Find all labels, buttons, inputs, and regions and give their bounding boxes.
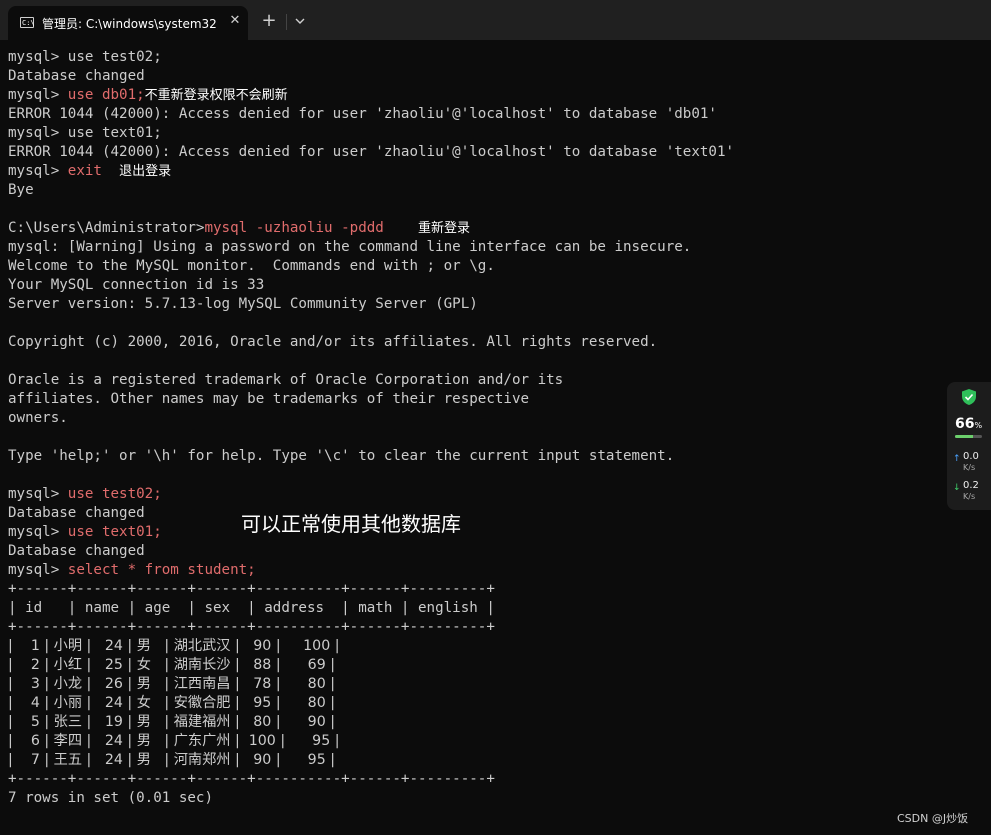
error-line: ERROR 1044 (42000): Access denied for us…: [8, 144, 735, 160]
table-border: +------+------+------+------+----------+…: [8, 619, 495, 635]
table-row: | 2 | 小红 | 25 | 女 | 湖南长沙 | 88 | 69 |: [8, 657, 336, 673]
watermark: CSDN @J炒饭: [897, 812, 969, 825]
chevron-down-icon[interactable]: [291, 11, 309, 31]
terminal-line: Database changed: [8, 68, 145, 84]
arrow-down-icon: ↓: [953, 483, 961, 493]
terminal-line: Database changed: [8, 543, 145, 559]
close-tab-icon[interactable]: ✕: [226, 12, 244, 30]
command-text: exit: [67, 163, 102, 179]
new-tab-button[interactable]: +: [259, 11, 279, 31]
prompt: mysql>: [8, 486, 68, 502]
memory-bar-fill: [955, 435, 973, 438]
terminal-line: Server version: 5.7.13-log MySQL Communi…: [8, 296, 478, 312]
terminal-line: mysql> use db01;不重新登录权限不会刷新: [8, 86, 983, 105]
terminal-line: Copyright (c) 2000, 2016, Oracle and/or …: [8, 334, 658, 350]
prompt: mysql>: [8, 87, 68, 103]
note-text: 重新登录: [418, 221, 471, 236]
table-row: | 1 | 小明 | 24 | 男 | 湖北武汉 | 90 | 100 |: [8, 638, 340, 654]
table-row: | 7 | 王五 | 24 | 男 | 河南郑州 | 90 | 95 |: [8, 752, 336, 768]
terminal-tab[interactable]: C:\ 管理员: C:\windows\system32 ✕: [8, 6, 248, 40]
command-text: use text01;: [67, 524, 162, 540]
memory-percent: 66%: [955, 416, 983, 432]
arrow-up-icon: ↑: [953, 454, 961, 464]
command-text: use db01;: [67, 87, 145, 103]
terminal-line: mysql> use text01;: [8, 523, 983, 542]
prompt: mysql>: [8, 524, 68, 540]
prompt: mysql>: [8, 163, 68, 179]
security-widget[interactable]: 66% ↑ 0.0 K/s ↓ 0.2 K/s: [947, 382, 991, 510]
table-row: | 4 | 小丽 | 24 | 女 | 安徽合肥 | 95 | 80 |: [8, 695, 336, 711]
note-text: 不重新登录权限不会刷新: [144, 88, 288, 103]
terminal-line: mysql> use text01;: [8, 125, 162, 141]
terminal-line: C:\Users\Administrator>mysql -uzhaoliu -…: [8, 219, 983, 238]
command-text: use test02;: [67, 486, 162, 502]
result-summary: 7 rows in set (0.01 sec): [8, 790, 213, 806]
memory-bar: [955, 435, 982, 438]
title-bar: C:\ 管理员: C:\windows\system32 ✕ +: [0, 0, 991, 40]
terminal-line: mysql> exit 退出登录: [8, 162, 983, 181]
terminal-line: mysql> use test02;: [8, 49, 162, 65]
terminal-line: Your MySQL connection id is 33: [8, 277, 265, 293]
terminal-line: mysql: [Warning] Using a password on the…: [8, 239, 692, 255]
terminal-output[interactable]: mysql> use test02; Database changed mysq…: [8, 48, 983, 808]
error-line: ERROR 1044 (42000): Access denied for us…: [8, 106, 717, 122]
tab-title: 管理员: C:\windows\system32: [42, 17, 217, 31]
command-text: mysql -uzhaoliu -pddd: [204, 220, 384, 236]
command-text: select * from student;: [67, 562, 256, 578]
terminal-line: Database changed: [8, 505, 145, 521]
table-row: | 5 | 张三 | 19 | 男 | 福建福州 | 80 | 90 |: [8, 714, 336, 730]
table-border: +------+------+------+------+----------+…: [8, 771, 495, 787]
prompt: C:\Users\Administrator>: [8, 220, 205, 236]
table-row: | 3 | 小龙 | 26 | 男 | 江西南昌 | 78 | 80 |: [8, 676, 336, 692]
terminal-icon: C:\: [20, 17, 35, 28]
note-text: 退出登录: [119, 164, 172, 179]
tab-divider: [286, 14, 287, 30]
terminal-line: Welcome to the MySQL monitor. Commands e…: [8, 258, 495, 274]
terminal-line: mysql> use test02;: [8, 485, 983, 504]
terminal-line: affiliates. Other names may be trademark…: [8, 391, 530, 407]
terminal-line: Type 'help;' or '\h' for help. Type '\c'…: [8, 448, 675, 464]
table-header: | id | name | age | sex | address | math…: [8, 600, 495, 616]
terminal-line: owners.: [8, 410, 68, 426]
table-row: | 6 | 李四 | 24 | 男 | 广东广州 | 100 | 95 |: [8, 733, 340, 749]
table-border: +------+------+------+------+----------+…: [8, 581, 495, 597]
terminal-line: Bye: [8, 182, 34, 198]
annotation-text: 可以正常使用其他数据库: [241, 512, 461, 536]
shield-icon: [961, 388, 977, 406]
terminal-line: Oracle is a registered trademark of Orac…: [8, 372, 564, 388]
prompt: mysql>: [8, 562, 68, 578]
terminal-line: mysql> select * from student;: [8, 561, 983, 580]
